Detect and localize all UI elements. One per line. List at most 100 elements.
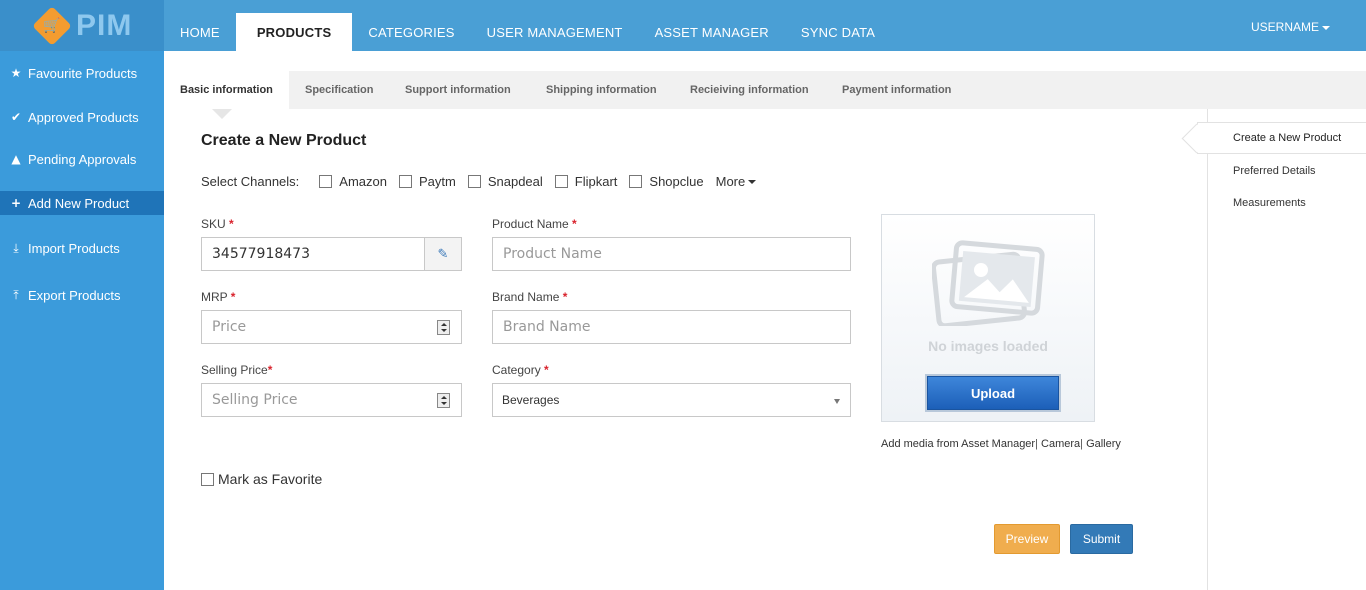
selling-price-label: Selling Price*: [201, 363, 272, 377]
gallery-link[interactable]: Gallery: [1086, 438, 1121, 450]
right-section-nav: [1207, 109, 1366, 590]
section-measurements[interactable]: Measurements: [1233, 197, 1306, 209]
sku-field[interactable]: 34577918473 ✎: [201, 237, 462, 271]
sidebar-item-label: Favourite Products: [28, 65, 138, 81]
channel-amazon[interactable]: Amazon: [319, 174, 387, 189]
cart-logo-icon: 🛒: [32, 5, 72, 46]
star-icon: ★: [10, 66, 22, 80]
channel-flipkart[interactable]: Flipkart: [554, 173, 618, 189]
brand-name-label: Brand Name *: [492, 290, 567, 304]
export-icon: ⤒: [13, 287, 19, 302]
channel-label: Snapdeal: [487, 173, 543, 189]
required-mark: *: [544, 363, 549, 377]
nav-user-management[interactable]: USER MANAGEMENT: [471, 0, 639, 51]
image-upload-box: No images loaded Upload: [881, 214, 1095, 422]
selling-price-placeholder: Selling Price: [212, 392, 298, 408]
sidebar-item-export-products[interactable]: ⤒ Export Products: [0, 283, 164, 307]
page-title: Create a New Product: [201, 132, 367, 149]
required-mark: *: [230, 290, 236, 304]
plus-icon: +: [10, 196, 22, 210]
tab-support-information[interactable]: Support information: [405, 71, 511, 109]
caret-down-icon: [1322, 25, 1330, 30]
checkbox[interactable]: [554, 174, 568, 188]
sku-label-text: SKU: [201, 217, 226, 231]
sidebar-item-label: Pending Approvals: [28, 151, 137, 167]
category-select[interactable]: Beverages: [492, 383, 851, 417]
nav-asset-manager[interactable]: ASSET MANAGER: [639, 0, 785, 51]
sidebar-item-favourite-products[interactable]: ★ Favourite Products: [0, 61, 164, 85]
category-label-text: Category: [492, 363, 541, 377]
checkbox[interactable]: [319, 174, 333, 188]
import-icon: ⤓: [13, 240, 19, 255]
warning-icon: ▲: [11, 152, 21, 166]
asset-manager-link[interactable]: Asset Manager: [961, 438, 1035, 450]
mrp-label-text: MRP: [201, 290, 228, 304]
active-tab-pointer: [212, 109, 232, 119]
edit-pencil-icon[interactable]: ✎: [424, 238, 461, 270]
user-menu[interactable]: USERNAME: [1251, 20, 1330, 34]
channel-label: Paytm: [418, 173, 456, 189]
more-label: More: [715, 173, 746, 189]
tab-specification[interactable]: Specification: [305, 71, 373, 109]
preview-button[interactable]: Preview: [994, 524, 1060, 554]
dropdown-arrow-icon: [834, 399, 840, 404]
submit-button[interactable]: Submit: [1070, 524, 1133, 554]
tab-basic-information[interactable]: Basic information: [164, 71, 289, 109]
brand-name-input[interactable]: Brand Name: [492, 310, 851, 344]
product-name-label-text: Product Name: [492, 217, 569, 231]
check-icon: ✔: [10, 110, 22, 124]
favorite-label: Mark as Favorite: [218, 471, 323, 487]
favorite-checkbox[interactable]: [201, 472, 214, 486]
checkbox[interactable]: [398, 174, 412, 188]
active-section-pointer: [1181, 123, 1212, 154]
mrp-stepper[interactable]: [437, 320, 450, 335]
channel-label: Amazon: [339, 173, 387, 189]
channel-snapdeal[interactable]: Snapdeal: [467, 173, 543, 189]
checkbox[interactable]: [629, 174, 643, 188]
mrp-input[interactable]: Price: [201, 310, 462, 344]
required-mark: *: [572, 217, 577, 231]
sidebar-item-approved-products[interactable]: ✔ Approved Products: [0, 105, 164, 129]
mark-as-favorite[interactable]: Mark as Favorite: [201, 471, 322, 487]
section-create-new-product[interactable]: Create a New Product: [1181, 122, 1366, 154]
selling-price-stepper[interactable]: [437, 393, 450, 408]
media-links-prefix: Add media from: [881, 438, 959, 450]
section-label: Create a New Product: [1233, 132, 1342, 144]
section-preferred-details[interactable]: Preferred Details: [1233, 165, 1316, 177]
checkbox[interactable]: [467, 174, 481, 188]
username-label: USERNAME: [1250, 20, 1319, 34]
channel-label: Flipkart: [574, 173, 618, 189]
sidebar-item-label: Export Products: [28, 287, 121, 303]
product-subtabs: Basic information Specification Support …: [164, 71, 1366, 119]
upload-button[interactable]: Upload: [927, 376, 1059, 410]
product-name-input[interactable]: Product Name: [492, 237, 851, 271]
channel-paytm[interactable]: Paytm: [398, 173, 456, 189]
sku-value: 34577918473: [212, 246, 310, 262]
nav-sync-data[interactable]: SYNC DATA: [785, 0, 891, 51]
sidebar-item-pending-approvals[interactable]: ▲ Pending Approvals: [0, 147, 164, 171]
nav-home[interactable]: HOME: [164, 0, 236, 51]
product-name-label: Product Name *: [492, 217, 577, 231]
sidebar-item-import-products[interactable]: ⤓ Import Products: [0, 236, 164, 260]
sidebar-item-add-new-product[interactable]: + Add New Product: [0, 191, 164, 215]
channel-label: Shopclue: [649, 173, 704, 189]
tab-payment-information[interactable]: Payment information: [842, 71, 951, 109]
nav-products[interactable]: PRODUCTS: [235, 13, 353, 51]
caret-down-icon: [748, 180, 757, 185]
mrp-placeholder: Price: [212, 319, 247, 335]
nav-categories[interactable]: CATEGORIES: [352, 0, 470, 51]
category-value: Beverages: [502, 393, 560, 407]
product-name-placeholder: Product Name: [503, 246, 602, 262]
app-logo[interactable]: 🛒 PIM: [0, 0, 164, 51]
required-mark: *: [562, 290, 568, 304]
mrp-label: MRP *: [201, 290, 235, 304]
brand-name-placeholder: Brand Name: [503, 319, 591, 335]
sidebar-item-label: Import Products: [28, 240, 120, 256]
more-channels-dropdown[interactable]: More: [716, 174, 757, 189]
channel-shopclue[interactable]: Shopclue: [629, 173, 704, 189]
tab-receiving-information[interactable]: Recieiving information: [690, 71, 809, 109]
camera-link[interactable]: Camera: [1041, 438, 1080, 450]
sku-label: SKU *: [201, 217, 234, 231]
tab-shipping-information[interactable]: Shipping information: [546, 71, 657, 109]
selling-price-input[interactable]: Selling Price: [201, 383, 462, 417]
